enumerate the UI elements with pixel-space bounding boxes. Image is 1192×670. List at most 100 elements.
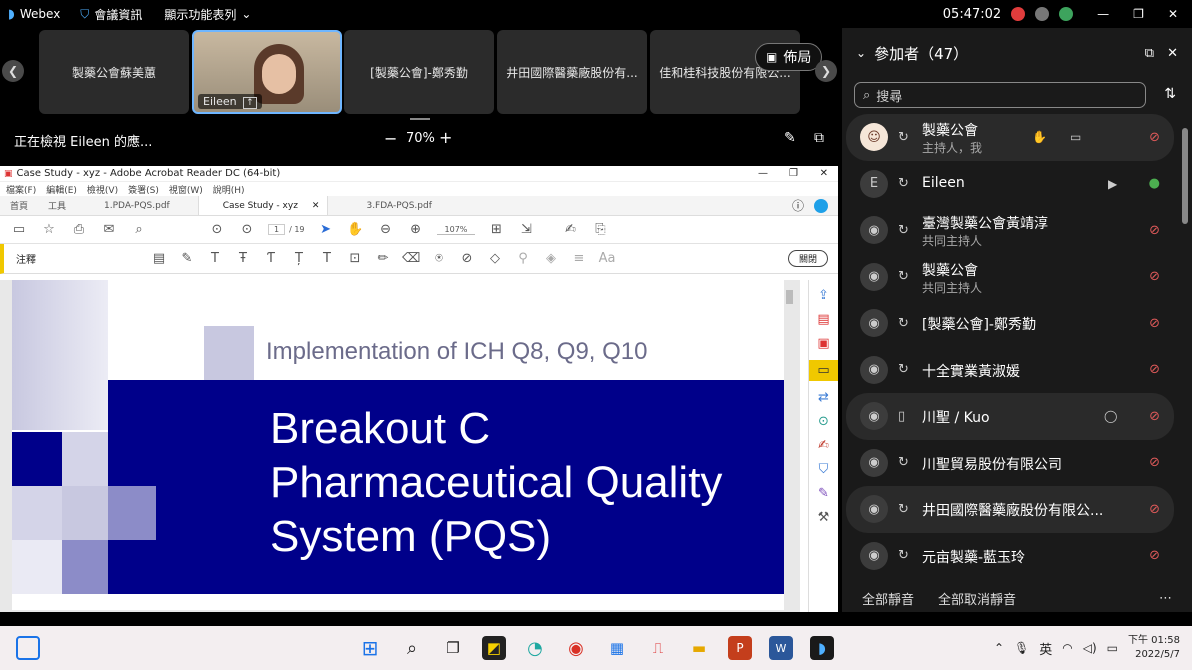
popout-icon[interactable]: ⧉	[814, 130, 824, 146]
sign-icon[interactable]: ✍	[561, 222, 579, 237]
chevron-up-icon[interactable]: ⌃	[994, 641, 1004, 655]
participant-scrollbar[interactable]	[1182, 128, 1188, 224]
mic-muted-icon[interactable]: ⊘	[1149, 409, 1160, 424]
powerpoint-icon[interactable]: P	[728, 636, 752, 660]
text-comment-icon[interactable]: T	[318, 251, 336, 266]
participant-search-input[interactable]: ⌕ 搜尋	[854, 82, 1146, 108]
pencil-icon[interactable]: ✏	[374, 251, 392, 266]
close-icon[interactable]: ✕	[1168, 7, 1178, 21]
participant-row[interactable]: ◉ ↻ 川聖貿易股份有限公司 ⊘	[846, 440, 1174, 487]
word-icon[interactable]: W	[769, 636, 793, 660]
scan-icon[interactable]: ⊙	[818, 414, 829, 429]
mail-icon[interactable]: ✉	[100, 222, 118, 237]
participant-row[interactable]: ☺ ↻ 製藥公會 主持人，我 ✋ ▭ ⊘	[846, 114, 1174, 161]
print-icon[interactable]: ⎙	[70, 222, 88, 237]
mute-all-button[interactable]: 全部靜音	[862, 589, 914, 608]
mic-muted-icon[interactable]: ⊘	[1149, 548, 1160, 563]
select-cursor-icon[interactable]: ➤	[317, 222, 335, 237]
scroll-mode-icon[interactable]: ⇲	[517, 222, 535, 237]
annotate-icon[interactable]: ✎	[784, 130, 796, 146]
close-panel-icon[interactable]: ✕	[1167, 46, 1178, 61]
zoom-select[interactable]: 107%	[436, 225, 476, 235]
popout-panel-icon[interactable]: ⧉	[1145, 46, 1154, 61]
restore-icon[interactable]: ❐	[1133, 7, 1144, 21]
tab-case-study[interactable]: Case Study - xyz ✕	[197, 196, 329, 215]
export-pdf-icon[interactable]: ⇪	[818, 288, 829, 303]
participant-row[interactable]: ◉ ↻ 製藥公會 共同主持人 ⊘	[846, 254, 1174, 301]
strip-prev-button[interactable]: ❮	[2, 60, 24, 82]
participant-row[interactable]: E ↻ Eileen ▶ ●	[846, 161, 1174, 208]
fit-page-icon[interactable]: ⊞	[487, 222, 505, 237]
page-input[interactable]: 1	[268, 224, 286, 235]
mic-muted-icon[interactable]: ⊘	[1149, 130, 1160, 145]
menu-window[interactable]: 視窗(W)	[169, 183, 203, 196]
star-icon[interactable]: ☆	[40, 222, 58, 237]
save-icon[interactable]: ▭	[10, 222, 28, 237]
ime-indicator[interactable]: 英	[1039, 639, 1052, 658]
acrobat-icon[interactable]: ⎍	[646, 636, 670, 660]
clock[interactable]: 下午 01:58 2022/5/7	[1128, 634, 1180, 662]
page-down-icon[interactable]: ⊙	[238, 222, 256, 237]
combine-icon[interactable]: ⇄	[818, 390, 829, 405]
video-tile[interactable]: 製藥公會蘇美蕙	[39, 30, 189, 114]
pin-icon[interactable]: ⚲	[514, 251, 532, 266]
organize-pages-icon[interactable]: ▤	[817, 312, 829, 327]
account-icon[interactable]	[814, 198, 828, 213]
help-icon[interactable]: ⓘ	[792, 197, 804, 214]
minimize-icon[interactable]: —	[1097, 7, 1109, 21]
insert-text-icon[interactable]: Ț	[290, 251, 308, 266]
strip-next-button[interactable]: ❯	[815, 60, 837, 82]
more-icon[interactable]: ⋯	[1159, 591, 1172, 606]
shape-icon[interactable]: ◇	[486, 251, 504, 266]
mic-on-icon[interactable]: ●	[1149, 176, 1160, 191]
acrobat-close-icon[interactable]: ✕	[820, 168, 828, 179]
video-tile[interactable]: [製藥公會]-鄭秀勤	[344, 30, 494, 114]
start-icon[interactable]: ⊞	[358, 636, 382, 660]
participant-row[interactable]: ◉ ↻ 臺灣製藥公會黃靖淳 共同主持人 ⊘	[846, 207, 1174, 254]
meeting-info-button[interactable]: ⛉ 會議資訊	[80, 6, 142, 23]
font-icon[interactable]: Aa	[598, 251, 616, 266]
doc-scrollbar[interactable]	[786, 290, 793, 304]
search-icon[interactable]: ⌕	[400, 636, 424, 660]
stamp-icon[interactable]: ⍟	[430, 251, 448, 266]
menu-help[interactable]: 說明(H)	[213, 183, 245, 196]
zoom-in-button[interactable]: +	[439, 128, 452, 147]
underline-text-icon[interactable]: T	[206, 251, 224, 266]
zoom-out-icon[interactable]: ⊖	[377, 222, 395, 237]
video-tile[interactable]: 井田國際醫藥廠股份有...	[497, 30, 647, 114]
mic-muted-icon[interactable]: ⊘	[1149, 316, 1160, 331]
comment-tool-icon[interactable]: ▭	[808, 360, 838, 381]
task-view-icon[interactable]	[16, 636, 40, 660]
textbox-icon[interactable]: ⊡	[346, 251, 364, 266]
sticky-notes-icon[interactable]: ◩	[482, 636, 506, 660]
eraser-icon[interactable]: ⌫	[402, 251, 420, 266]
attach-icon[interactable]: ⊘	[458, 251, 476, 266]
acrobat-minimize-icon[interactable]: —	[758, 168, 768, 179]
page-up-icon[interactable]: ⊙	[208, 222, 226, 237]
search-icon[interactable]: ⌕	[130, 222, 148, 237]
tab-pda-pqs[interactable]: 1.PDA-PQS.pdf	[76, 196, 198, 215]
more-tools-icon[interactable]: ⚒	[818, 510, 830, 525]
highlight-icon[interactable]: ✎	[178, 251, 196, 266]
participant-row[interactable]: ◉ ↻ 十全實業黃淑媛 ⊘	[846, 347, 1174, 394]
sort-icon[interactable]: ⇅	[1164, 86, 1176, 102]
menu-view[interactable]: 檢視(V)	[87, 183, 118, 196]
line-style-icon[interactable]: ≡	[570, 251, 588, 266]
tab-tools[interactable]: 工具	[38, 196, 76, 215]
tab-close-icon[interactable]: ✕	[312, 201, 320, 211]
tab-home[interactable]: 首頁	[0, 196, 38, 215]
mic-muted-icon[interactable]: ⊘	[1149, 362, 1160, 377]
unmute-all-button[interactable]: 全部取消靜音	[938, 589, 1016, 608]
zoom-out-button[interactable]: −	[384, 129, 397, 148]
display-menu-button[interactable]: 顯示功能表列 ⌄	[164, 6, 251, 23]
chat-icon[interactable]: ◯	[1104, 409, 1117, 423]
drag-handle[interactable]	[410, 118, 430, 120]
hand-icon[interactable]: ✋	[347, 222, 365, 237]
fill-sign-icon[interactable]: ✍	[818, 438, 829, 453]
participant-row[interactable]: ◉ ↻ 元亩製藥-藍玉玲 ⊘	[846, 533, 1174, 580]
create-pdf-icon[interactable]: ▣	[817, 336, 829, 351]
menu-file[interactable]: 檔案(F)	[6, 183, 36, 196]
edit-pdf-icon[interactable]: ✎	[818, 486, 829, 501]
video-tile-active[interactable]: Eileen ↑	[192, 30, 342, 114]
edge-icon[interactable]: ◔	[523, 636, 547, 660]
